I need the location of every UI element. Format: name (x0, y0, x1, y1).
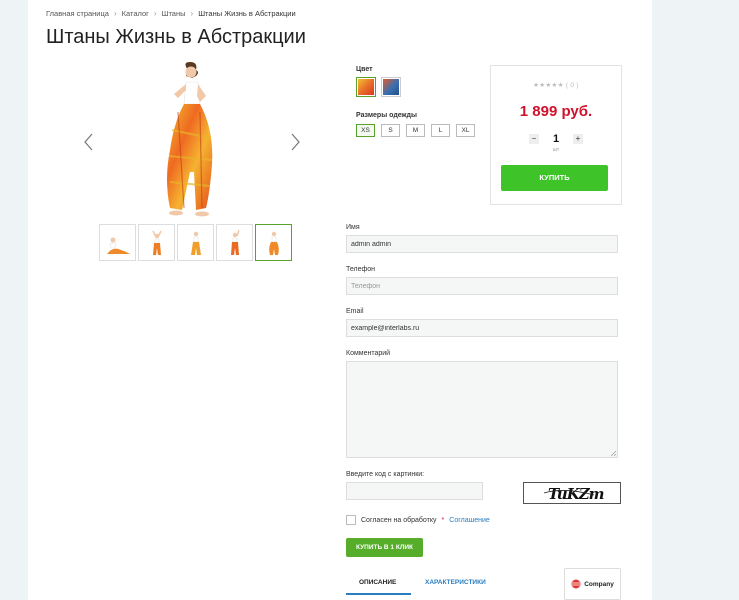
breadcrumb-separator-icon: › (153, 9, 157, 18)
size-option-s[interactable]: S (381, 124, 400, 137)
agree-checkbox[interactable] (346, 515, 356, 525)
main-product-image (167, 62, 213, 217)
captcha-image: TuKZm (523, 482, 621, 504)
price: 1 899 руб. (519, 103, 593, 120)
quantity-stepper: − 1 + (529, 133, 583, 145)
agreement: Согласен на обработку * Соглашение (346, 515, 490, 525)
phone-label: Телефон (346, 266, 376, 273)
comment-field[interactable] (346, 361, 618, 458)
breadcrumb-pants[interactable]: Штаны (162, 9, 186, 18)
buy-one-click-button[interactable]: КУПИТЬ В 1 КЛИК (346, 538, 423, 557)
product-page: Главная страница › Каталог › Штаны › Шта… (28, 0, 652, 600)
agreement-link[interactable]: Соглашение (449, 517, 490, 524)
active-tab-indicator (346, 593, 411, 595)
comment-label: Комментарий (346, 350, 391, 357)
quantity-unit: шт (552, 147, 560, 153)
buy-box: ★★★★★ ( 0 ) 1 899 руб. − 1 + шт КУПИТЬ (490, 65, 622, 205)
page-title: Штаны Жизнь в Абстракции (46, 26, 306, 48)
gallery-thumbnail[interactable] (138, 224, 175, 261)
quantity-value[interactable]: 1 (547, 133, 565, 145)
thumbnail-image (190, 231, 201, 255)
gallery-thumbnail[interactable] (177, 224, 214, 261)
thumbnail-image (230, 229, 240, 255)
tab-description[interactable]: ОПИСАНИЕ (359, 579, 396, 586)
size-option-xs[interactable]: XS (356, 124, 375, 137)
gallery-thumbnail-active[interactable] (255, 224, 292, 261)
thumbnail-image (151, 230, 162, 255)
breadcrumb-home[interactable]: Главная страница (46, 9, 109, 18)
gallery-next-arrow-icon[interactable] (288, 133, 302, 151)
captcha-label: Введите код с картинки: (346, 471, 425, 478)
color-swatches (356, 77, 401, 97)
captcha-text: TuKZm (548, 485, 604, 503)
breadcrumb-current: Штаны Жизнь в Абстракции (198, 9, 296, 18)
agree-text: Согласен на обработку (361, 516, 437, 524)
email-label: Email (346, 308, 364, 315)
resize-handle-icon[interactable] (610, 450, 617, 457)
breadcrumb-catalog[interactable]: Каталог (122, 9, 149, 18)
size-label: Размеры одежды (356, 112, 417, 119)
email-field[interactable] (346, 319, 618, 337)
company-name: Company (584, 580, 614, 588)
name-field[interactable] (346, 235, 618, 253)
gallery-thumbnails (99, 224, 292, 261)
captcha-field[interactable] (346, 482, 483, 500)
captcha-graphic: TuKZm (543, 485, 605, 503)
color-swatch-orange[interactable] (356, 77, 376, 97)
gallery-thumbnail[interactable] (216, 224, 253, 261)
breadcrumb-separator-icon: › (190, 9, 194, 18)
name-label: Имя (346, 224, 360, 231)
tab-specifications[interactable]: ХАРАКТЕРИСТИКИ (425, 579, 486, 586)
thumbnail-image (106, 237, 130, 254)
quantity-minus-button[interactable]: − (529, 134, 539, 144)
gallery-thumbnail[interactable] (99, 224, 136, 261)
breadcrumb-separator-icon: › (113, 9, 117, 18)
size-option-xl[interactable]: XL (456, 124, 475, 137)
quantity-plus-button[interactable]: + (573, 134, 583, 144)
required-mark: * (441, 516, 445, 524)
gallery-prev-arrow-icon[interactable] (82, 133, 96, 151)
size-option-l[interactable]: L (431, 124, 450, 137)
color-label: Цвет (356, 66, 373, 73)
color-swatch-blue[interactable] (381, 77, 401, 97)
thumbnail-image (268, 231, 279, 255)
company-badge[interactable]: Company (564, 568, 621, 600)
phone-field[interactable] (346, 277, 618, 295)
size-option-m[interactable]: M (406, 124, 425, 137)
buy-button[interactable]: КУПИТЬ (501, 165, 608, 191)
breadcrumb: Главная страница › Каталог › Штаны › Шта… (46, 9, 296, 18)
company-logo-icon (571, 579, 581, 589)
size-options: XS S M L XL (356, 124, 475, 137)
rating-stars[interactable]: ★★★★★ ( 0 ) (491, 81, 621, 89)
